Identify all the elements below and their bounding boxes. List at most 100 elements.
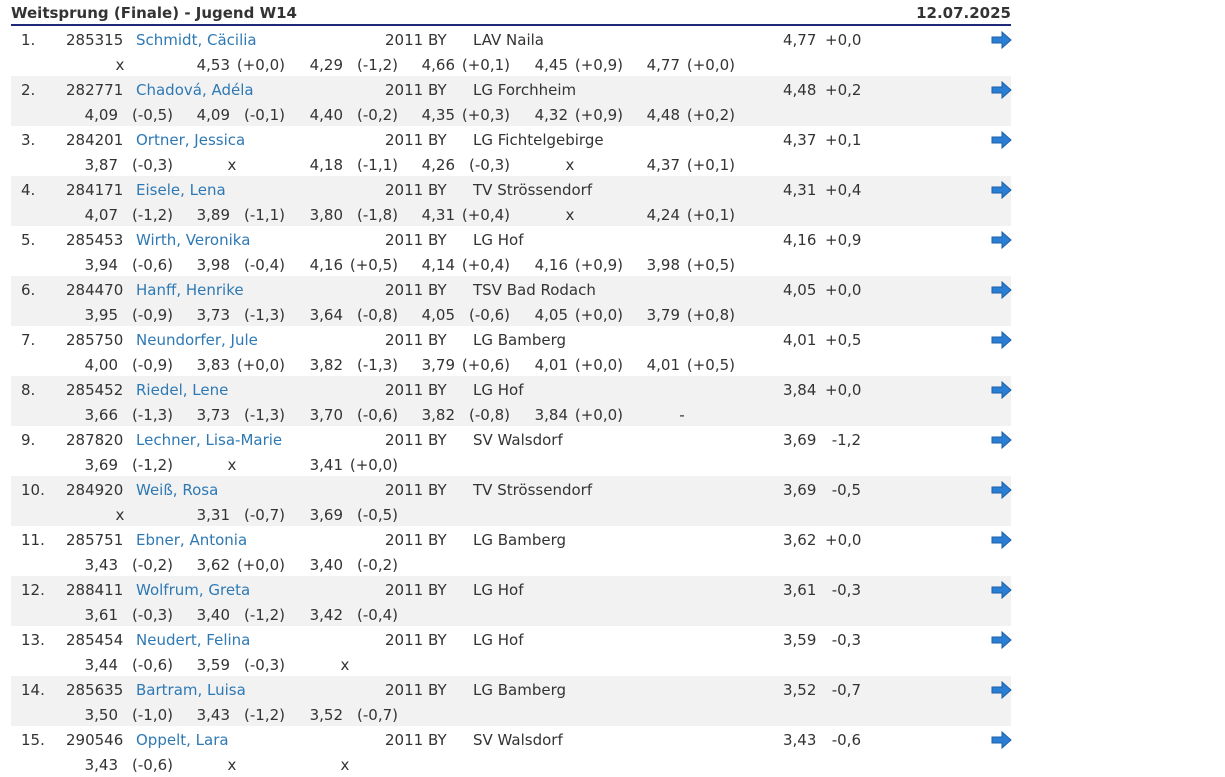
attempt-mark: 3,43 — [196, 706, 230, 724]
attempt-wind: (-1,2) — [244, 706, 285, 724]
best-mark: 4,05 — [783, 281, 817, 299]
athlete-name-link[interactable]: Ortner, Jessica — [136, 131, 245, 149]
athlete-name-link[interactable]: Oppelt, Lara — [136, 731, 229, 749]
club: LAV Naila — [473, 31, 544, 49]
arrow-right-icon[interactable] — [991, 730, 1013, 750]
result-row: 1. 285315 Schmidt, Cäcilia 2011 BY LAV Naila… — [11, 26, 1013, 76]
athlete-name-link[interactable]: Neundorfer, Jule — [136, 331, 258, 349]
birth-year: 2011 — [385, 631, 424, 649]
attempt-wind: (+0,9) — [574, 256, 623, 274]
result-row: 3. 284201 Ortner, Jessica 2011 BY LG Fichtel… — [11, 126, 1013, 176]
attempt-mark: 3,98 — [196, 256, 230, 274]
attempt-mark: 3,42 — [309, 606, 343, 624]
attempt-wind: (-0,7) — [357, 706, 398, 724]
arrow-right-icon[interactable] — [991, 330, 1013, 350]
best-wind: -0,7 — [831, 681, 861, 699]
athlete-name-link[interactable]: Weiß, Rosa — [136, 481, 218, 499]
arrow-right-icon[interactable] — [991, 580, 1013, 600]
athlete-name-link[interactable]: Schmidt, Cäcilia — [136, 31, 257, 49]
attempt-wind: (+0,4) — [461, 206, 510, 224]
attempt-wind: (+0,5) — [686, 256, 735, 274]
attempt-mark: x — [340, 756, 350, 774]
attempt-mark: 4,00 — [84, 356, 118, 374]
bib-number: 285452 — [66, 381, 124, 399]
bib-number: 285454 — [66, 631, 124, 649]
rank: 6. — [21, 281, 36, 299]
attempt-mark: 3,79 — [421, 356, 455, 374]
arrow-right-icon[interactable] — [991, 480, 1013, 500]
athlete-name-link[interactable]: Hanff, Henrike — [136, 281, 244, 299]
best-mark: 4,01 — [783, 331, 817, 349]
arrow-right-icon[interactable] — [991, 530, 1013, 550]
athlete-name-link[interactable]: Wirth, Veronika — [136, 231, 250, 249]
arrow-right-icon[interactable] — [991, 380, 1013, 400]
attempt-wind: (+0,0) — [349, 456, 398, 474]
attempt-mark: 3,44 — [84, 656, 118, 674]
birth-year: 2011 — [385, 131, 424, 149]
attempt-wind: (+0,1) — [686, 206, 735, 224]
best-wind: +0,9 — [825, 231, 862, 249]
attempt-mark: 4,01 — [534, 356, 568, 374]
attempt-mark: - — [679, 406, 685, 424]
arrow-right-icon[interactable] — [991, 180, 1013, 200]
rank: 10. — [21, 481, 45, 499]
attempt-mark: 3,70 — [309, 406, 343, 424]
attempt-wind: (-1,2) — [132, 206, 173, 224]
attempt-mark: 4,31 — [421, 206, 455, 224]
best-mark: 4,37 — [783, 131, 817, 149]
results-panel: Weitsprung (Finale) - Jugend W14 12.07.2… — [11, 0, 1013, 776]
club: SV Walsdorf — [473, 431, 563, 449]
attempt-mark: 3,69 — [309, 506, 343, 524]
best-wind: +0,0 — [825, 281, 862, 299]
arrow-right-icon[interactable] — [991, 80, 1013, 100]
attempt-wind: (-0,2) — [357, 556, 398, 574]
birth-year: 2011 — [385, 181, 424, 199]
rank: 15. — [21, 731, 45, 749]
state: BY — [427, 731, 447, 749]
attempt-wind: (-0,9) — [132, 306, 173, 324]
arrow-right-icon[interactable] — [991, 130, 1013, 150]
attempt-wind: (-1,0) — [132, 706, 173, 724]
state: BY — [427, 381, 447, 399]
result-row: 6. 284470 Hanff, Henrike 2011 BY TSV Bad Rod… — [11, 276, 1013, 326]
attempt-mark: 3,94 — [84, 256, 118, 274]
attempt-mark: 3,52 — [309, 706, 343, 724]
athlete-name-link[interactable]: Lechner, Lisa-Marie — [136, 431, 282, 449]
rank: 11. — [21, 531, 45, 549]
attempt-mark: x — [115, 56, 125, 74]
attempt-wind: (-1,3) — [132, 406, 173, 424]
bib-number: 284920 — [66, 481, 124, 499]
attempt-mark: x — [227, 756, 237, 774]
attempt-wind: (+0,0) — [686, 56, 735, 74]
rank: 9. — [21, 431, 36, 449]
arrow-right-icon[interactable] — [991, 230, 1013, 250]
birth-year-state: 2011 BY — [385, 681, 447, 699]
bib-number: 284201 — [66, 131, 124, 149]
athlete-name-link[interactable]: Chadová, Adéla — [136, 81, 254, 99]
athlete-name-link[interactable]: Eisele, Lena — [136, 181, 226, 199]
arrow-right-icon[interactable] — [991, 430, 1013, 450]
rank: 8. — [21, 381, 36, 399]
best-wind: +0,0 — [825, 531, 862, 549]
athlete-name-link[interactable]: Ebner, Antonia — [136, 531, 247, 549]
athlete-name-link[interactable]: Neudert, Felina — [136, 631, 250, 649]
birth-year: 2011 — [385, 681, 424, 699]
bib-number: 285315 — [66, 31, 124, 49]
arrow-right-icon[interactable] — [991, 280, 1013, 300]
club: LG Hof — [473, 581, 524, 599]
arrow-right-icon[interactable] — [991, 30, 1013, 50]
attempt-mark: 3,64 — [309, 306, 343, 324]
bib-number: 290546 — [66, 731, 124, 749]
athlete-name-link[interactable]: Riedel, Lene — [136, 381, 228, 399]
attempt-mark: 3,83 — [196, 356, 230, 374]
attempt-mark: 3,50 — [84, 706, 118, 724]
result-row: 13. 285454 Neudert, Felina 2011 BY LG Hof 3,5… — [11, 626, 1013, 676]
attempt-mark: 3,40 — [196, 606, 230, 624]
athlete-name-link[interactable]: Wolfrum, Greta — [136, 581, 250, 599]
arrow-right-icon[interactable] — [991, 680, 1013, 700]
result-row: 10. 284920 Weiß, Rosa 2011 BY TV Strössendor… — [11, 476, 1013, 526]
attempt-wind: (+0,5) — [349, 256, 398, 274]
athlete-name-link[interactable]: Bartram, Luisa — [136, 681, 246, 699]
arrow-right-icon[interactable] — [991, 630, 1013, 650]
state: BY — [427, 331, 447, 349]
